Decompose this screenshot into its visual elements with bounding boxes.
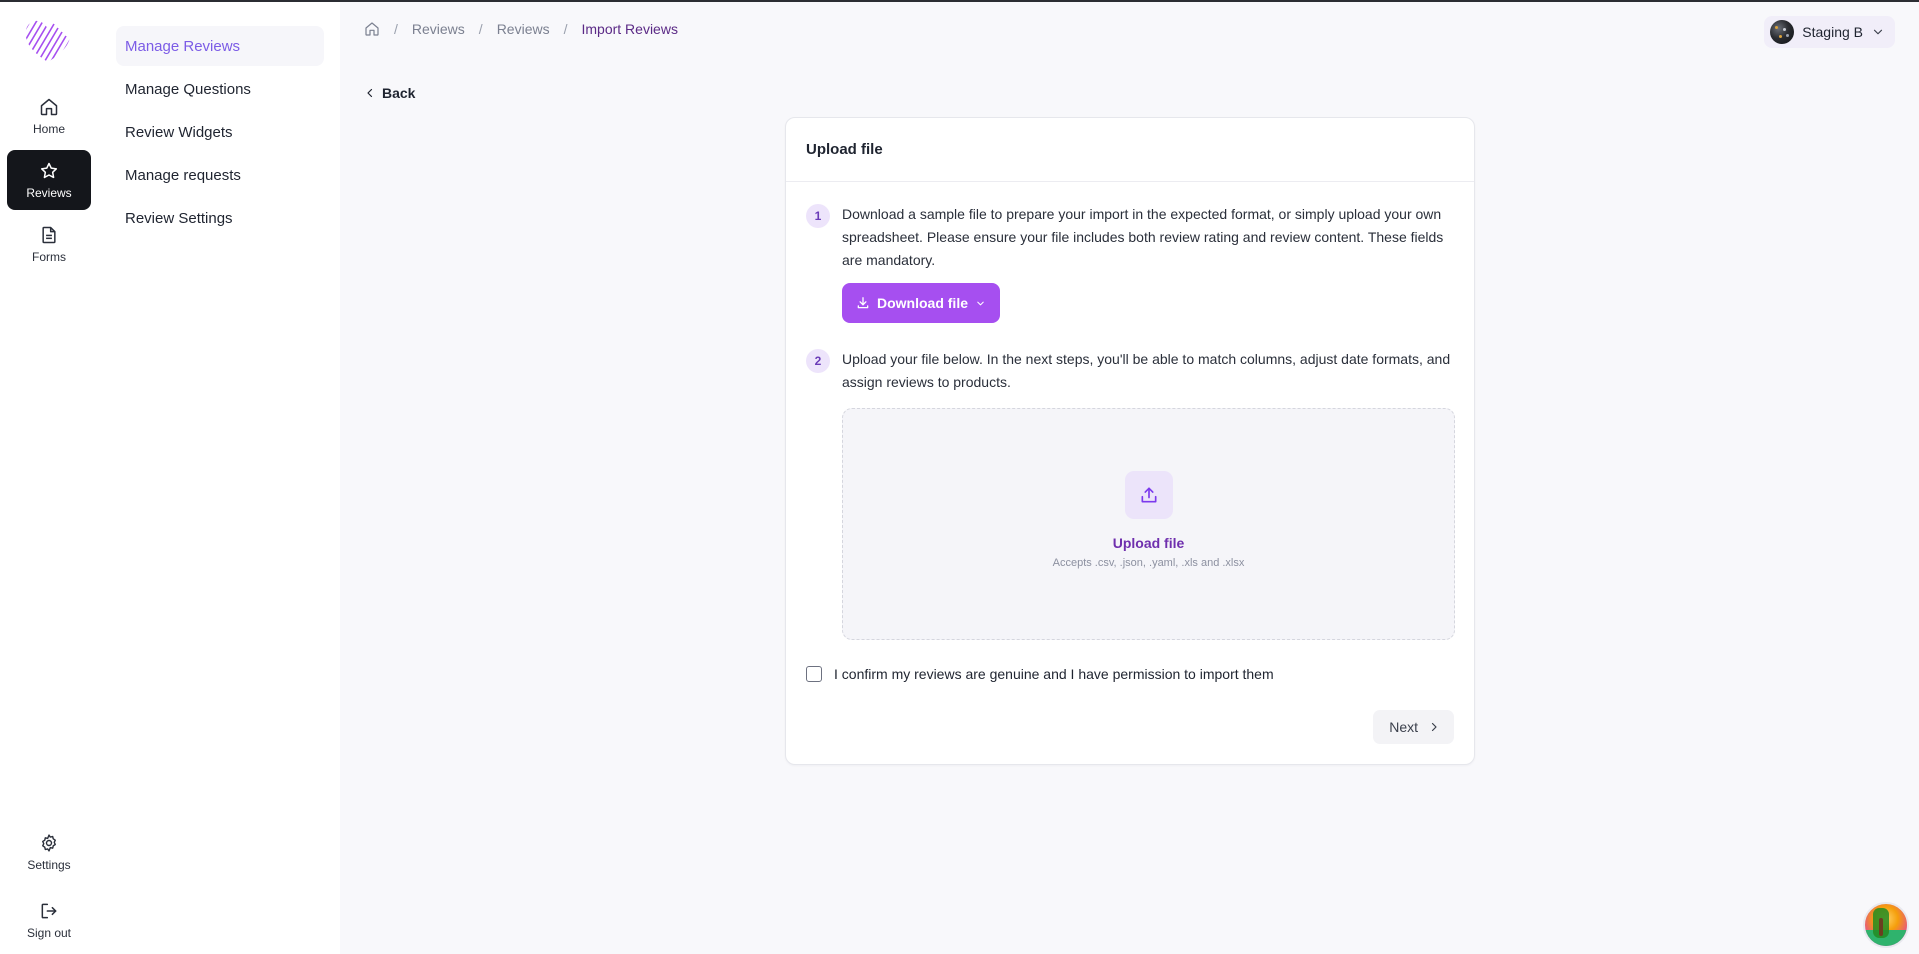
chevron-left-icon bbox=[367, 88, 373, 98]
gear-icon bbox=[42, 833, 56, 852]
step-number: 1 bbox=[806, 204, 830, 228]
breadcrumb-link[interactable]: Reviews bbox=[412, 21, 465, 37]
store-switcher[interactable]: Staging B bbox=[1764, 16, 1895, 48]
icon-rail: Home Reviews Forms Settings Sign out bbox=[0, 2, 98, 954]
back-label: Back bbox=[382, 85, 416, 101]
subnav-item-review-settings[interactable]: Review Settings bbox=[116, 198, 324, 238]
upload-icon bbox=[1141, 487, 1156, 503]
rail-item-home[interactable]: Home bbox=[7, 86, 91, 146]
chevron-right-icon bbox=[1431, 722, 1437, 732]
breadcrumb-separator: / bbox=[394, 21, 398, 37]
step-number: 2 bbox=[806, 349, 830, 373]
breadcrumb-link[interactable]: Reviews bbox=[497, 21, 550, 37]
rail-item-forms[interactable]: Forms bbox=[7, 214, 91, 274]
rail-item-label: Forms bbox=[32, 249, 66, 264]
store-name: Staging B bbox=[1802, 24, 1863, 40]
chevron-down-icon bbox=[1873, 29, 1883, 35]
rail-item-settings[interactable]: Settings bbox=[7, 822, 91, 882]
store-avatar bbox=[1770, 20, 1795, 44]
subnav-item-review-widgets[interactable]: Review Widgets bbox=[116, 112, 324, 152]
home-icon bbox=[40, 98, 58, 115]
home-icon[interactable] bbox=[364, 21, 380, 37]
confirm-genuine-checkbox[interactable] bbox=[806, 666, 822, 682]
rail-item-label: Reviews bbox=[26, 185, 72, 200]
rail-item-label: Home bbox=[32, 121, 65, 136]
chevron-down-icon bbox=[977, 301, 984, 305]
step-upload: 2 Upload your file below. In the next st… bbox=[806, 349, 1457, 394]
rail-item-reviews[interactable]: Reviews bbox=[7, 150, 91, 210]
confirm-genuine-row: I confirm my reviews are genuine and I h… bbox=[806, 666, 1274, 682]
confirm-genuine-label: I confirm my reviews are genuine and I h… bbox=[834, 666, 1274, 682]
subnav-item-manage-reviews[interactable]: Manage Reviews bbox=[116, 26, 324, 66]
step-download: 1 Download a sample file to prepare your… bbox=[806, 204, 1457, 272]
dropzone-title: Upload file bbox=[1112, 535, 1185, 551]
assistant-launcher-avatar[interactable] bbox=[1863, 902, 1909, 948]
next-label: Next bbox=[1389, 719, 1418, 735]
sign-out-icon bbox=[41, 903, 57, 918]
reviews-subnav: Manage Reviews Manage Questions Review W… bbox=[98, 2, 340, 954]
breadcrumb-separator: / bbox=[478, 21, 483, 37]
step-description: Download a sample file to prepare your i… bbox=[842, 206, 1444, 268]
subnav-item-manage-questions[interactable]: Manage Questions bbox=[116, 69, 324, 109]
subnav-item-manage-requests[interactable]: Manage requests bbox=[116, 155, 324, 195]
rail-item-sign-out[interactable]: Sign out bbox=[7, 890, 91, 950]
download-icon bbox=[857, 297, 869, 309]
rail-item-label: Sign out bbox=[26, 925, 72, 940]
next-button[interactable]: Next bbox=[1373, 710, 1454, 744]
document-icon bbox=[42, 226, 56, 243]
dropzone-accepted-formats: Accepts .csv, .json, .yaml, .xls and .xl… bbox=[1052, 557, 1245, 569]
step-description: Upload your file below. In the next step… bbox=[842, 351, 1451, 390]
card-title: Upload file bbox=[786, 118, 1474, 182]
main-content: / Reviews / Reviews / Import Reviews Sta… bbox=[340, 2, 1919, 954]
back-button[interactable]: Back bbox=[364, 85, 415, 101]
download-file-button[interactable]: Download file bbox=[842, 283, 1000, 323]
breadcrumb-separator: / bbox=[563, 21, 568, 37]
breadcrumb-current: Import Reviews bbox=[581, 21, 678, 37]
file-dropzone[interactable]: Upload file Accepts .csv, .json, .yaml, … bbox=[842, 408, 1455, 640]
upload-icon-box bbox=[1124, 471, 1173, 519]
breadcrumb: / Reviews / Reviews / Import Reviews bbox=[364, 21, 678, 37]
upload-card: Upload file 1 Download a sample file to … bbox=[785, 117, 1475, 765]
download-file-label: Download file bbox=[877, 295, 968, 311]
star-icon bbox=[40, 162, 58, 178]
brand-logo-icon[interactable] bbox=[22, 16, 74, 64]
rail-item-label: Settings bbox=[27, 857, 71, 872]
